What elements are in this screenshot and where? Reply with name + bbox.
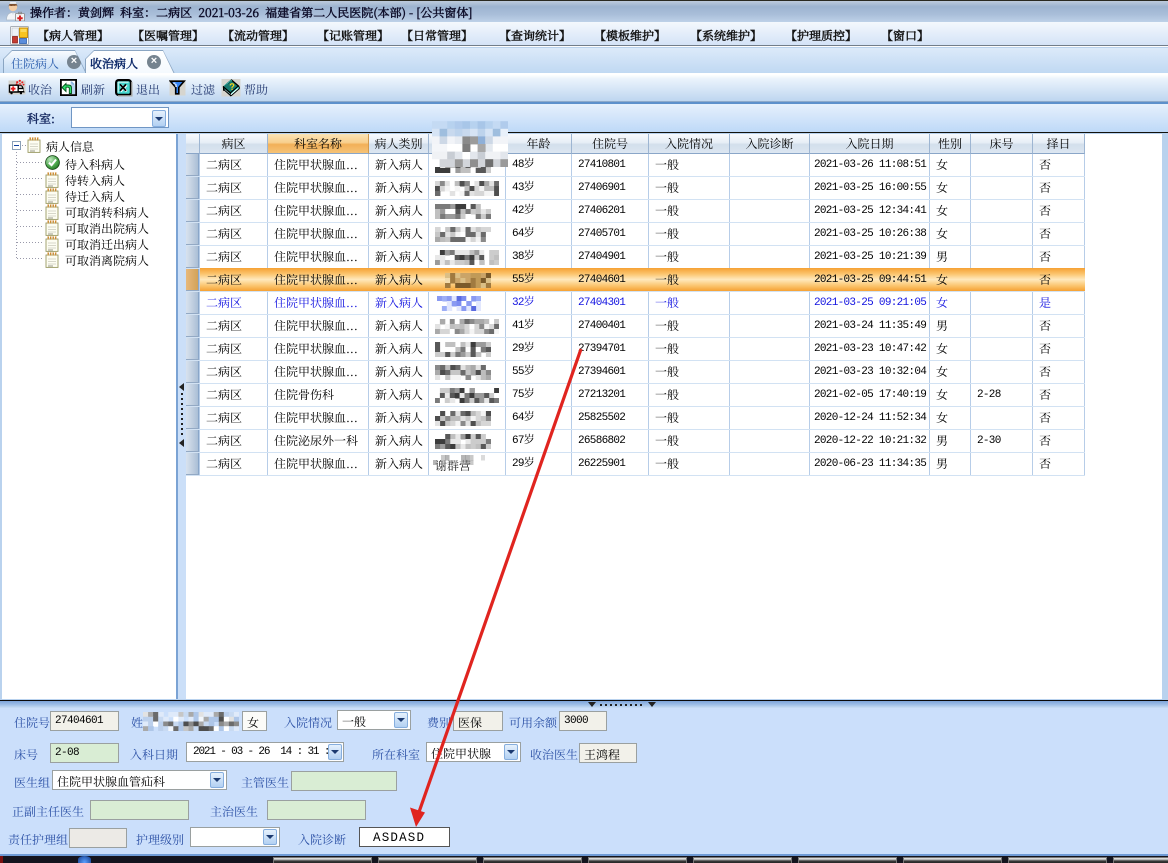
svg-text:?: ?: [229, 82, 236, 93]
